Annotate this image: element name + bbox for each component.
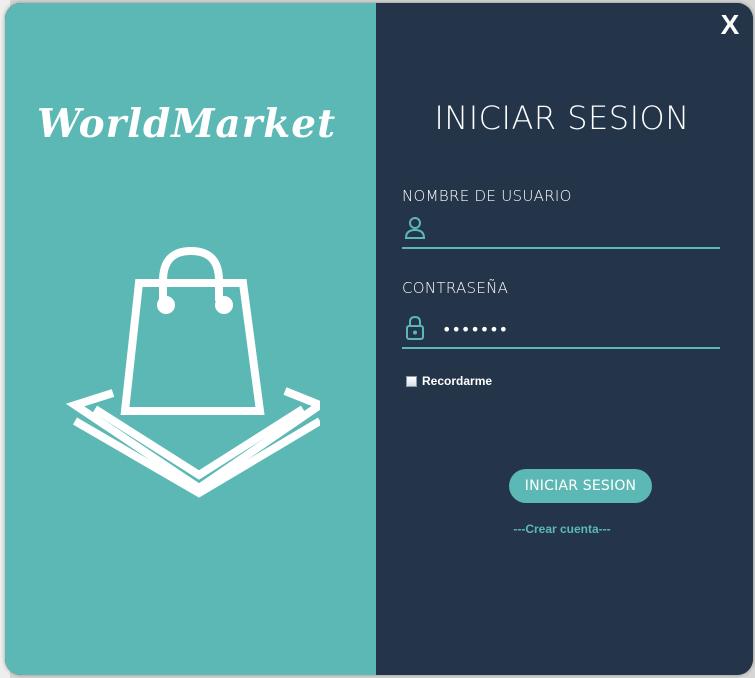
remember-me-label: Recordarme <box>422 374 493 388</box>
user-icon <box>404 217 426 239</box>
username-input[interactable] <box>442 215 712 243</box>
password-field <box>402 313 720 349</box>
create-account-link[interactable]: ---Crear cuenta--- <box>376 522 748 536</box>
login-panel: X INICIAR SESION NOMBRE DE USUARIO CONTR… <box>376 3 753 675</box>
login-button[interactable]: INICIAR SESION <box>509 469 652 503</box>
shopping-bag-icon <box>65 246 320 498</box>
brand-panel: WorldMarket <box>5 3 376 675</box>
remember-me-checkbox[interactable]: Recordarme <box>406 374 492 388</box>
brand-logo: WorldMarket <box>37 101 337 147</box>
username-field <box>402 213 720 249</box>
login-window: WorldMarket X INICIAR SESION NOMBRE DE U… <box>5 3 753 675</box>
login-title: INICIAR SESION <box>434 99 690 137</box>
lock-icon <box>406 316 424 340</box>
password-label: CONTRASEÑA <box>402 279 509 297</box>
checkbox-box[interactable] <box>406 375 417 387</box>
username-label: NOMBRE DE USUARIO <box>402 187 572 205</box>
password-input[interactable] <box>442 315 712 343</box>
close-button[interactable]: X <box>717 11 743 39</box>
